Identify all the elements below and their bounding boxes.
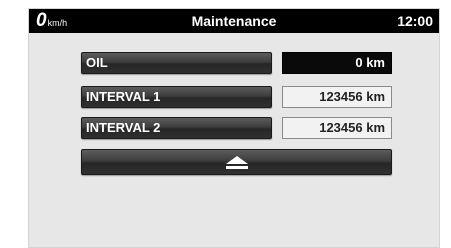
scroll-up-button[interactable] — [81, 149, 392, 175]
clock: 12:00 — [397, 13, 433, 29]
maintenance-screen: 0km/h Maintenance 12:00 OIL 0 km INTERVA… — [28, 8, 440, 248]
interval-2-button[interactable]: INTERVAL 2 — [81, 117, 272, 139]
interval-1-value: 123456 km — [282, 86, 392, 108]
interval-2-value-text: 123456 km — [319, 120, 385, 135]
interval-2-value: 123456 km — [282, 117, 392, 139]
eject-up-icon — [226, 156, 248, 170]
interval-1-label: INTERVAL 1 — [86, 89, 161, 104]
interval-2-label: INTERVAL 2 — [86, 120, 161, 135]
oil-value: 0 km — [282, 52, 392, 74]
oil-button[interactable]: OIL — [81, 52, 272, 74]
status-bar: 0km/h Maintenance 12:00 — [29, 9, 439, 33]
interval-1-button[interactable]: INTERVAL 1 — [81, 86, 272, 108]
oil-label: OIL — [86, 55, 108, 70]
screen-title: Maintenance — [191, 13, 277, 29]
interval-1-value-text: 123456 km — [319, 89, 385, 104]
oil-value-text: 0 km — [355, 55, 385, 70]
